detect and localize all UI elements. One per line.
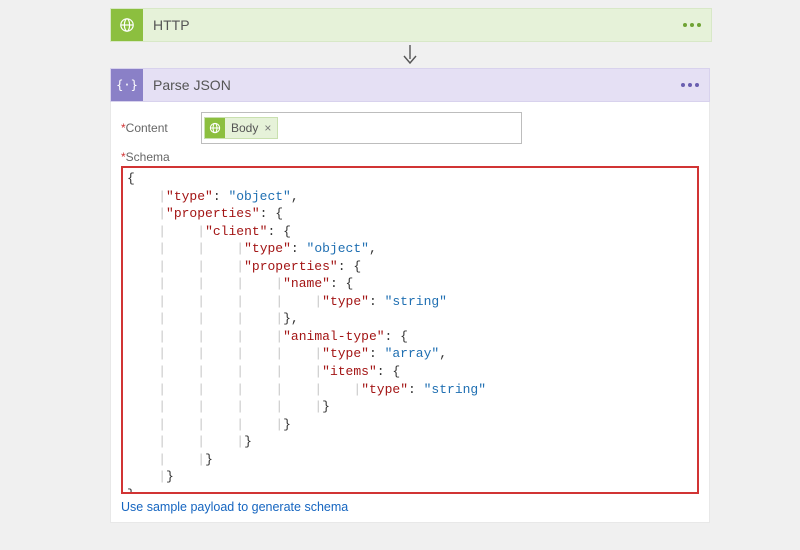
globe-icon bbox=[205, 118, 225, 138]
content-label-text: Content bbox=[126, 121, 168, 135]
content-field-row: *Content Body × bbox=[121, 112, 699, 144]
parse-json-header[interactable]: {·} Parse JSON bbox=[110, 68, 710, 102]
http-action-title: HTTP bbox=[143, 17, 190, 33]
schema-label-text: Schema bbox=[126, 150, 170, 164]
close-icon[interactable]: × bbox=[264, 121, 271, 135]
flow-arrow-icon bbox=[400, 44, 420, 68]
braces-icon: {·} bbox=[111, 69, 143, 101]
generate-schema-link[interactable]: Use sample payload to generate schema bbox=[121, 500, 348, 514]
parse-json-card: {·} Parse JSON *Content bbox=[110, 68, 710, 523]
http-action-card[interactable]: HTTP bbox=[110, 8, 712, 42]
http-action-menu[interactable] bbox=[683, 23, 711, 27]
schema-label: *Schema bbox=[121, 150, 201, 164]
parse-json-menu[interactable] bbox=[681, 83, 709, 87]
parse-json-title: Parse JSON bbox=[143, 77, 231, 93]
parse-json-body: *Content Body × bbox=[110, 102, 710, 523]
body-token-label: Body bbox=[231, 121, 258, 135]
body-token[interactable]: Body × bbox=[204, 117, 278, 139]
schema-field-row: *Schema bbox=[121, 150, 699, 164]
content-input[interactable]: Body × bbox=[201, 112, 522, 144]
schema-editor[interactable]: { |"type": "object", |"properties": { | … bbox=[121, 166, 699, 494]
globe-icon bbox=[111, 9, 143, 41]
content-label: *Content bbox=[121, 121, 201, 135]
